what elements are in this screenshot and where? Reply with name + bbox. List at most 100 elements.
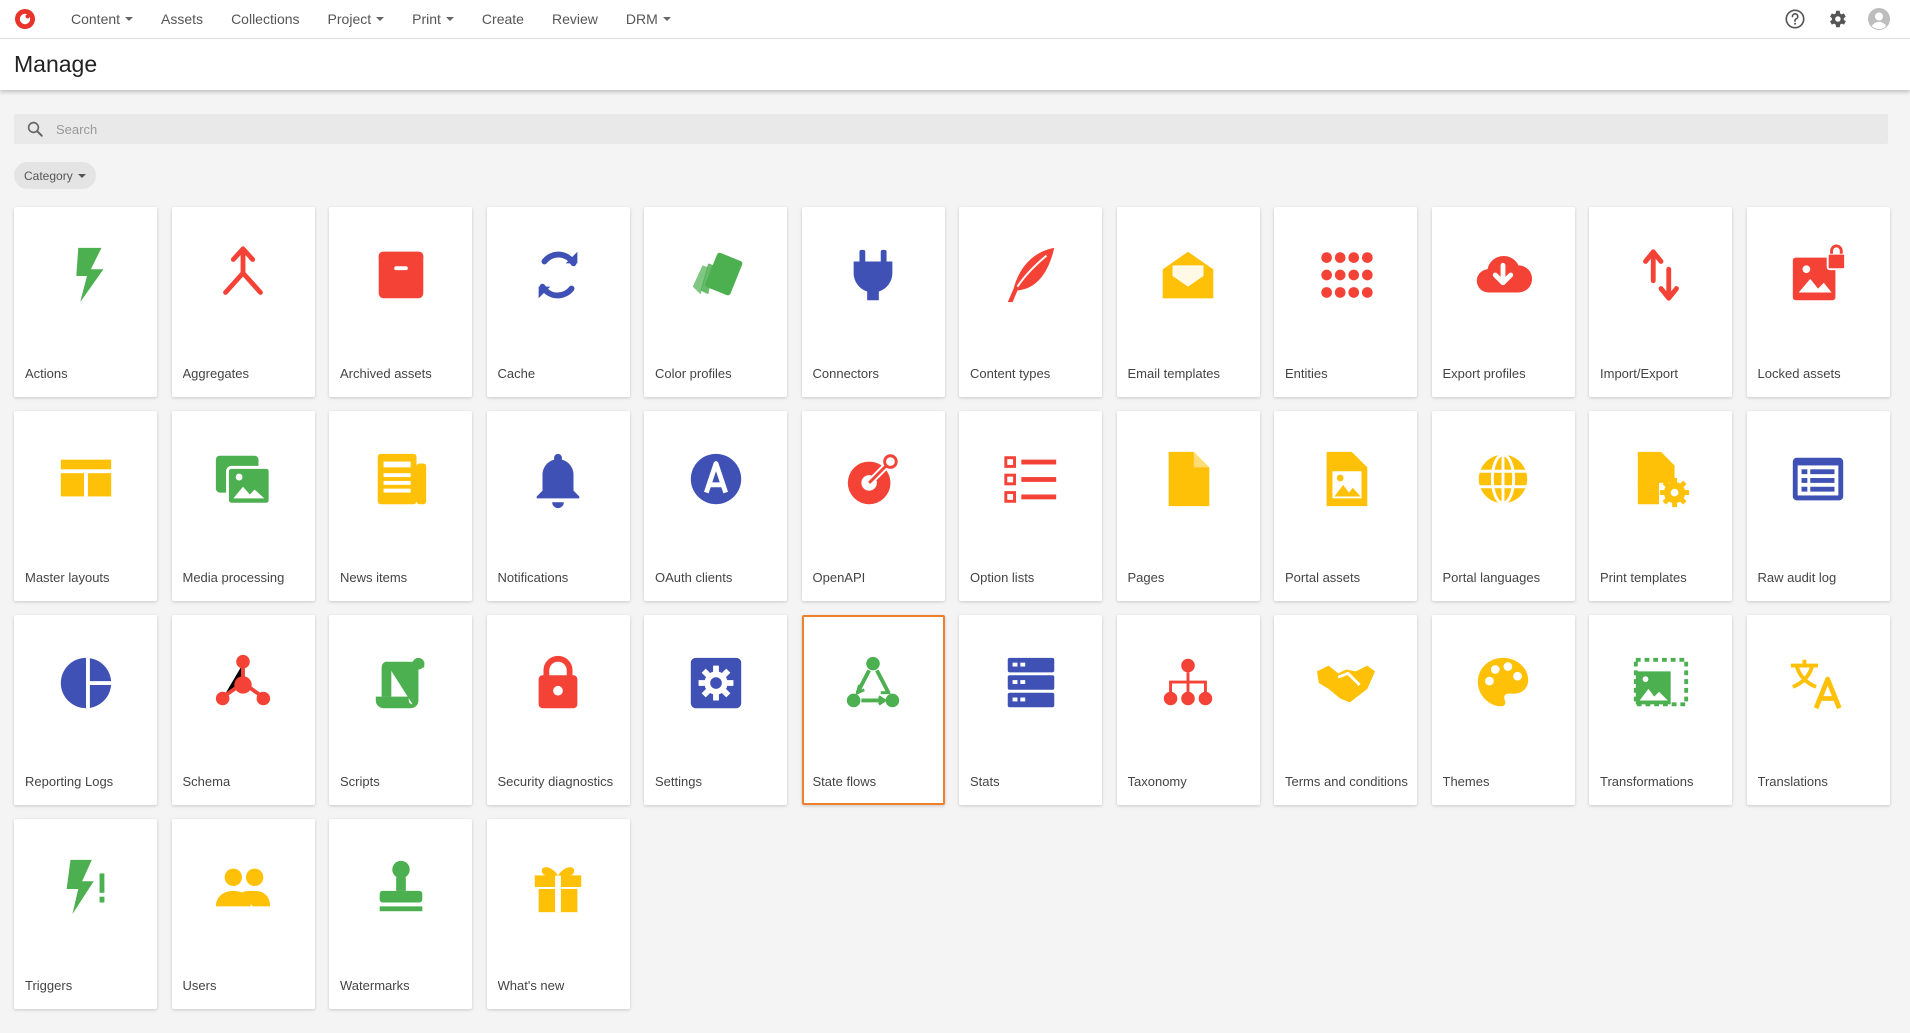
tile-transformations[interactable]: Transformations (1589, 615, 1732, 805)
tile-actions[interactable]: Actions (14, 207, 157, 397)
layout-icon (14, 448, 157, 510)
tile-option-lists[interactable]: Option lists (959, 411, 1102, 601)
tile-portal-assets[interactable]: Portal assets (1274, 411, 1417, 601)
tile-watermarks[interactable]: Watermarks (329, 819, 472, 1009)
tile-export-profiles[interactable]: Export profiles (1431, 207, 1575, 397)
tile-label: Content types (970, 366, 1051, 381)
search-bar[interactable] (14, 114, 1888, 144)
search-input[interactable] (54, 120, 1858, 138)
tile-label: Aggregates (182, 366, 250, 381)
tile-settings[interactable]: Settings (644, 615, 787, 805)
tile-notifications[interactable]: Notifications (486, 411, 630, 601)
tile-content-types[interactable]: Content types (959, 207, 1102, 397)
merge-icon (172, 244, 315, 306)
tile-label: Pages (1127, 570, 1165, 585)
tile-security-diagnostics[interactable]: Security diagnostics (486, 615, 630, 805)
oauth-a-icon (644, 448, 787, 510)
user-avatar-icon[interactable] (1866, 6, 1892, 32)
tile-entities[interactable]: Entities (1274, 207, 1417, 397)
page-icon (1117, 448, 1260, 510)
nav-item-project[interactable]: Project (314, 11, 399, 27)
tile-label: Themes (1442, 774, 1490, 789)
tile-oauth-clients[interactable]: OAuth clients (644, 411, 787, 601)
tile-aggregates[interactable]: Aggregates (171, 207, 315, 397)
tile-label: Actions (25, 366, 68, 381)
tile-connectors[interactable]: Connectors (801, 207, 945, 397)
tile-what-s-new[interactable]: What's new (486, 819, 630, 1009)
nav-item-label: Collections (231, 11, 300, 27)
plug-icon (802, 244, 945, 306)
nav-item-assets[interactable]: Assets (147, 11, 217, 27)
tile-locked-assets[interactable]: Locked assets (1746, 207, 1890, 397)
settings-icon[interactable] (1824, 6, 1850, 32)
tile-master-layouts[interactable]: Master layouts (14, 411, 157, 601)
nav-item-review[interactable]: Review (538, 11, 612, 27)
category-filter-label: Category (24, 168, 73, 183)
chevron-down-icon (125, 17, 134, 21)
tile-label: Locked assets (1757, 366, 1841, 381)
page-header: Manage (0, 39, 1910, 90)
script-scroll-icon (329, 652, 472, 714)
tile-label: Color profiles (655, 366, 732, 381)
main-menu: Content Assets Collections Project Print Crea… (57, 11, 685, 27)
tile-label: OpenAPI (812, 570, 866, 585)
nav-item-label: Print (412, 11, 441, 27)
tile-label: Users (182, 978, 217, 993)
swap-vertical-icon (1589, 244, 1732, 306)
tile-raw-audit-log[interactable]: Raw audit log (1746, 411, 1890, 601)
tile-label: State flows (812, 774, 877, 789)
tile-scripts[interactable]: Scripts (329, 615, 472, 805)
nav-item-drm[interactable]: DRM (612, 11, 685, 27)
category-filter-button[interactable]: Category (14, 162, 96, 189)
tile-portal-languages[interactable]: Portal languages (1431, 411, 1575, 601)
tile-reporting-logs[interactable]: Reporting Logs (14, 615, 157, 805)
tile-translations[interactable]: Translations (1746, 615, 1890, 805)
manage-tiles-grid: Actions Aggregates Archived assets Cache Col… (14, 207, 1890, 1009)
lightning-icon (14, 244, 157, 306)
tile-label: Taxonomy (1127, 774, 1187, 789)
cog-box-icon (644, 652, 787, 714)
gift-icon (487, 856, 630, 918)
tile-archived-assets[interactable]: Archived assets (329, 207, 472, 397)
tile-cache[interactable]: Cache (486, 207, 630, 397)
graph-nodes-icon (172, 652, 315, 714)
hierarchy-icon (1117, 652, 1260, 714)
tile-label: Terms and conditions (1285, 774, 1408, 789)
tile-schema[interactable]: Schema (171, 615, 315, 805)
nav-item-collections[interactable]: Collections (217, 11, 313, 27)
nav-item-print[interactable]: Print (398, 11, 468, 27)
open-envelope-icon (1117, 244, 1260, 306)
tile-state-flows[interactable]: State flows (801, 615, 945, 805)
tile-themes[interactable]: Themes (1431, 615, 1575, 805)
cloud-download-icon (1432, 244, 1575, 306)
tile-color-profiles[interactable]: Color profiles (644, 207, 787, 397)
tile-taxonomy[interactable]: Taxonomy (1116, 615, 1260, 805)
search-icon (27, 121, 43, 137)
checklist-icon (959, 448, 1102, 510)
tile-stats[interactable]: Stats (959, 615, 1102, 805)
nav-item-content[interactable]: Content (57, 11, 147, 27)
tile-users[interactable]: Users (171, 819, 315, 1009)
page-title: Manage (14, 51, 98, 77)
tile-import-export[interactable]: Import/Export (1589, 207, 1732, 397)
tile-label: Watermarks (340, 978, 410, 993)
tile-news-items[interactable]: News items (329, 411, 472, 601)
help-icon[interactable] (1782, 6, 1808, 32)
tile-pages[interactable]: Pages (1116, 411, 1260, 601)
tile-media-processing[interactable]: Media processing (171, 411, 315, 601)
tile-triggers[interactable]: Triggers (14, 819, 157, 1009)
nav-item-label: Content (71, 11, 121, 27)
palette-icon (1432, 652, 1575, 714)
nav-item-create[interactable]: Create (468, 11, 538, 27)
tile-label: Transformations (1600, 774, 1694, 789)
brand-logo-icon[interactable] (13, 7, 37, 31)
tile-label: Email templates (1127, 366, 1220, 381)
tile-openapi[interactable]: OpenAPI (801, 411, 945, 601)
openapi-icon (802, 448, 945, 510)
newspaper-icon (329, 448, 472, 510)
bell-icon (487, 448, 630, 510)
tile-label: OAuth clients (655, 570, 733, 585)
tile-email-templates[interactable]: Email templates (1116, 207, 1260, 397)
tile-terms-and-conditions[interactable]: Terms and conditions (1274, 615, 1417, 805)
tile-print-templates[interactable]: Print templates (1589, 411, 1732, 601)
